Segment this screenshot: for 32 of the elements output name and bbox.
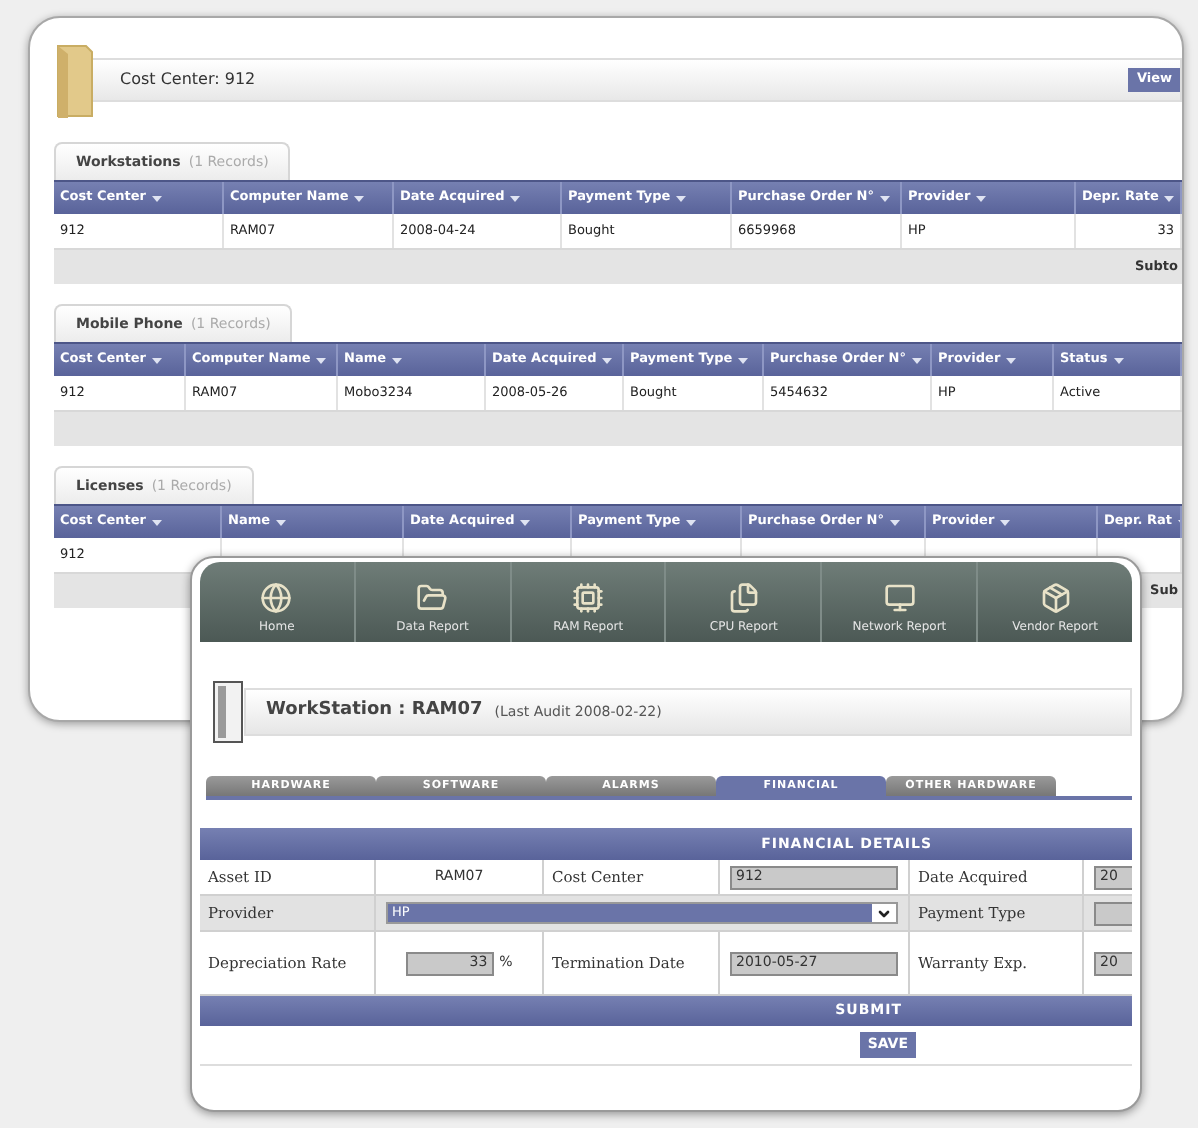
caret-icon <box>876 905 892 921</box>
sort-caret-icon <box>676 195 687 201</box>
sort-caret-icon <box>520 519 531 525</box>
sort-caret-icon <box>889 519 900 525</box>
workstation-title: WorkStation : RAM07 <box>266 698 483 725</box>
sort-caret-icon <box>392 357 403 363</box>
sort-caret-icon <box>152 357 163 363</box>
folder-icon <box>416 582 449 614</box>
sort-caret-icon <box>602 357 613 363</box>
sort-caret-icon <box>510 195 521 201</box>
sort-caret-icon <box>738 357 749 363</box>
sort-caret-icon <box>354 195 365 201</box>
sort-caret-icon <box>879 195 890 201</box>
sort-caret-icon <box>152 195 163 201</box>
package-icon <box>1039 582 1072 614</box>
sort-caret-icon <box>152 519 163 525</box>
chip-icon <box>572 582 605 614</box>
sort-caret-icon <box>1000 519 1011 525</box>
sort-caret-icon <box>976 195 987 201</box>
monitor-icon <box>883 582 916 614</box>
folder-icon <box>54 42 94 118</box>
sort-caret-icon <box>1113 357 1124 363</box>
page-title: Cost Center: 912 <box>120 68 256 92</box>
sort-caret-icon <box>1006 357 1017 363</box>
documents-icon <box>727 582 760 614</box>
sort-caret-icon <box>316 357 327 363</box>
sort-caret-icon <box>1164 195 1175 201</box>
sort-caret-icon <box>276 519 287 525</box>
computer-tower-icon <box>212 680 244 744</box>
sort-caret-icon <box>911 357 922 363</box>
globe-icon <box>260 582 293 614</box>
sort-caret-icon <box>686 519 697 525</box>
